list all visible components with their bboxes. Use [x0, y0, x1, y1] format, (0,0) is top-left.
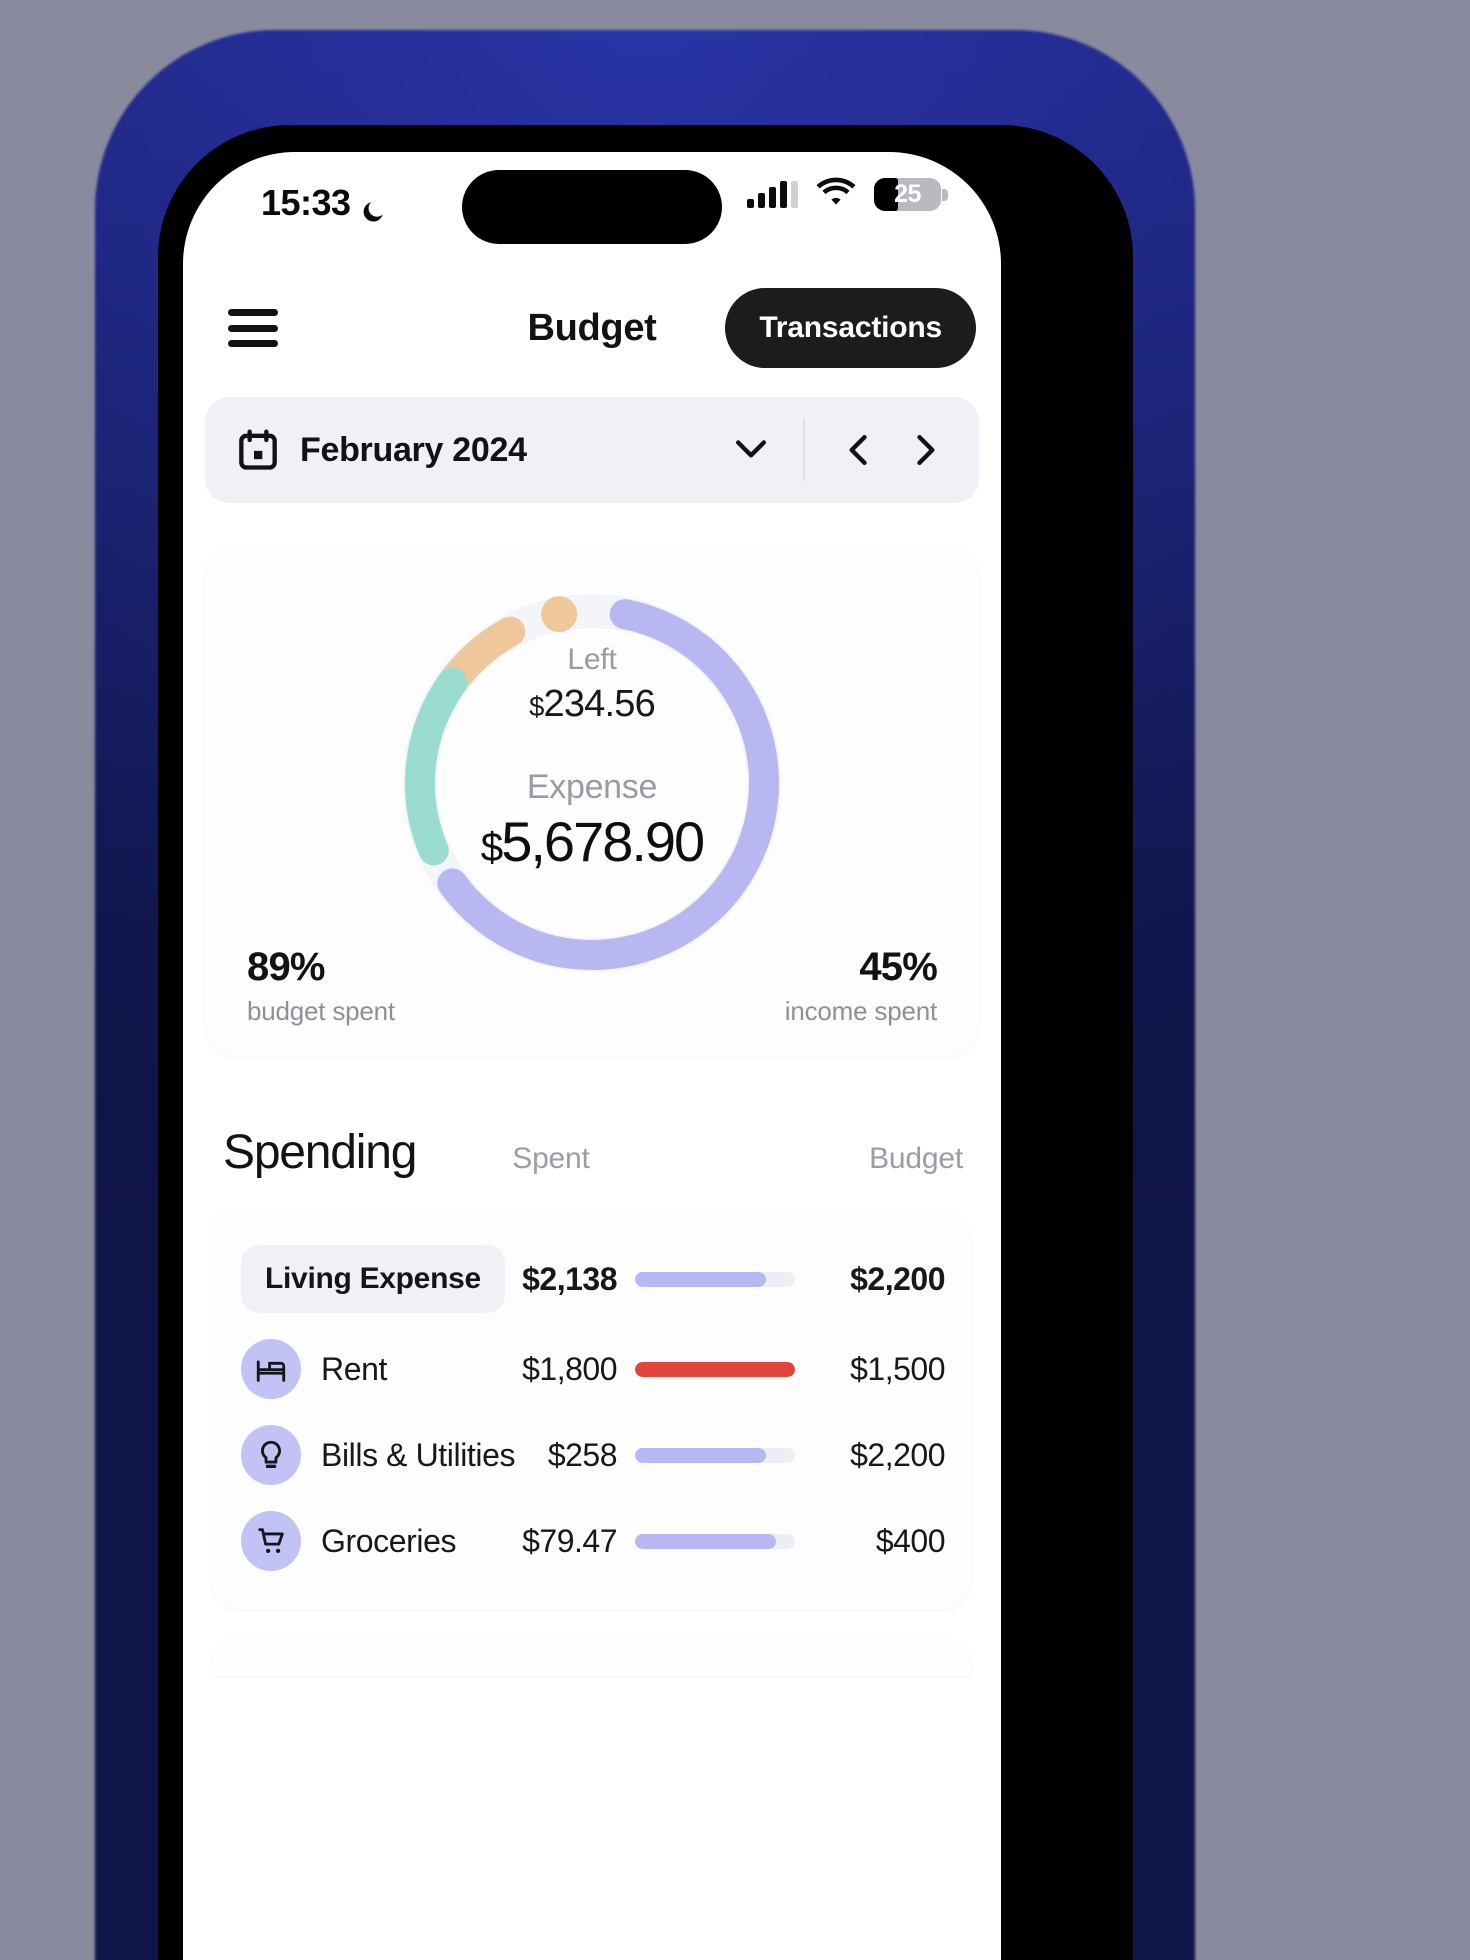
group-budget: $2,200 [850, 1260, 945, 1297]
category-spent: $258 [547, 1436, 618, 1473]
calendar-icon [238, 429, 278, 471]
group-progress-bar [635, 1271, 795, 1287]
expense-label: Expense [526, 768, 658, 806]
chevron-left-icon[interactable] [835, 426, 883, 474]
category-name: Rent [321, 1350, 387, 1387]
expense-amount: 5,678.90 [501, 810, 705, 873]
status-time-group: 15:33 [261, 182, 386, 224]
column-header-budget: Budget [869, 1142, 963, 1175]
spending-header: Spending Spent Budget [223, 1125, 971, 1180]
category-budget: $2,200 [850, 1436, 945, 1473]
budget-spent-pct: 89% [247, 945, 325, 989]
phone-screen: 15:33 25 Budget Transactions February 20… [183, 152, 1001, 1960]
table-row[interactable]: Bills & Utilities $258 $2,200 [211, 1412, 971, 1498]
spending-list: Living Expense $2,138 $2,200 Rent $1,800… [211, 1208, 971, 1610]
left-currency: $ [529, 691, 544, 722]
left-label: Left [567, 643, 617, 676]
month-nav [805, 426, 979, 474]
month-label: February 2024 [300, 430, 527, 469]
lightbulb-icon [241, 1425, 301, 1485]
group-spent: $2,138 [522, 1260, 617, 1297]
category-budget: $1,500 [850, 1350, 945, 1387]
battery-level: 25 [894, 179, 921, 208]
spending-title: Spending [223, 1126, 417, 1179]
income-spent-pct: 45% [859, 945, 937, 989]
category-progress-bar [635, 1361, 795, 1377]
category-spent: $1,800 [522, 1350, 617, 1387]
battery-icon: 25 [874, 177, 948, 211]
month-selector: February 2024 [205, 397, 979, 503]
budget-overview-card: Left $234.56 Expense $5,678.90 89% budge… [205, 545, 979, 1057]
spending-group-row[interactable]: Living Expense $2,138 $2,200 [211, 1232, 971, 1326]
income-spent-stat: 45% income spent [784, 945, 938, 1027]
category-name: Groceries [321, 1522, 457, 1559]
budget-spent-stat: 89% budget spent [247, 945, 395, 1027]
left-value: $234.56 [205, 683, 979, 726]
status-time: 15:33 [261, 182, 351, 223]
bed-icon [241, 1339, 301, 1399]
category-progress-bar [635, 1533, 795, 1549]
dynamic-island [462, 170, 722, 244]
table-row[interactable]: Groceries $79.47 $400 [211, 1498, 971, 1584]
month-dropdown[interactable]: February 2024 [205, 397, 803, 503]
wifi-icon [815, 176, 857, 212]
income-spent-label: income spent [784, 996, 937, 1026]
cellular-signal-icon [747, 180, 798, 208]
status-indicators: 25 [747, 176, 948, 212]
column-header-spent: Spent [512, 1142, 590, 1175]
status-bar: 15:33 25 [183, 152, 1001, 272]
transactions-button[interactable]: Transactions [725, 288, 976, 368]
expense-value: $5,678.90 [205, 809, 979, 874]
next-card-peek [211, 1636, 971, 1676]
chevron-down-icon [729, 426, 773, 475]
shopping-cart-icon [241, 1511, 301, 1571]
category-progress-bar [635, 1447, 795, 1463]
category-name: Bills & Utilities [321, 1436, 516, 1473]
category-spent: $79.47 [522, 1522, 617, 1559]
category-budget: $400 [875, 1522, 946, 1559]
app-header: Budget Transactions [183, 272, 1001, 384]
group-chip-label: Living Expense [241, 1245, 505, 1313]
moon-icon [360, 192, 386, 222]
hamburger-menu-icon[interactable] [228, 309, 278, 347]
left-amount: 234.56 [543, 683, 655, 725]
budget-spent-label: budget spent [247, 996, 395, 1026]
page-title: Budget [527, 306, 657, 349]
donut-center-text: Left $234.56 Expense $5,678.90 [205, 643, 979, 874]
chevron-right-icon[interactable] [901, 426, 949, 474]
table-row[interactable]: Rent $1,800 $1,500 [211, 1326, 971, 1412]
expense-currency: $ [480, 824, 503, 870]
